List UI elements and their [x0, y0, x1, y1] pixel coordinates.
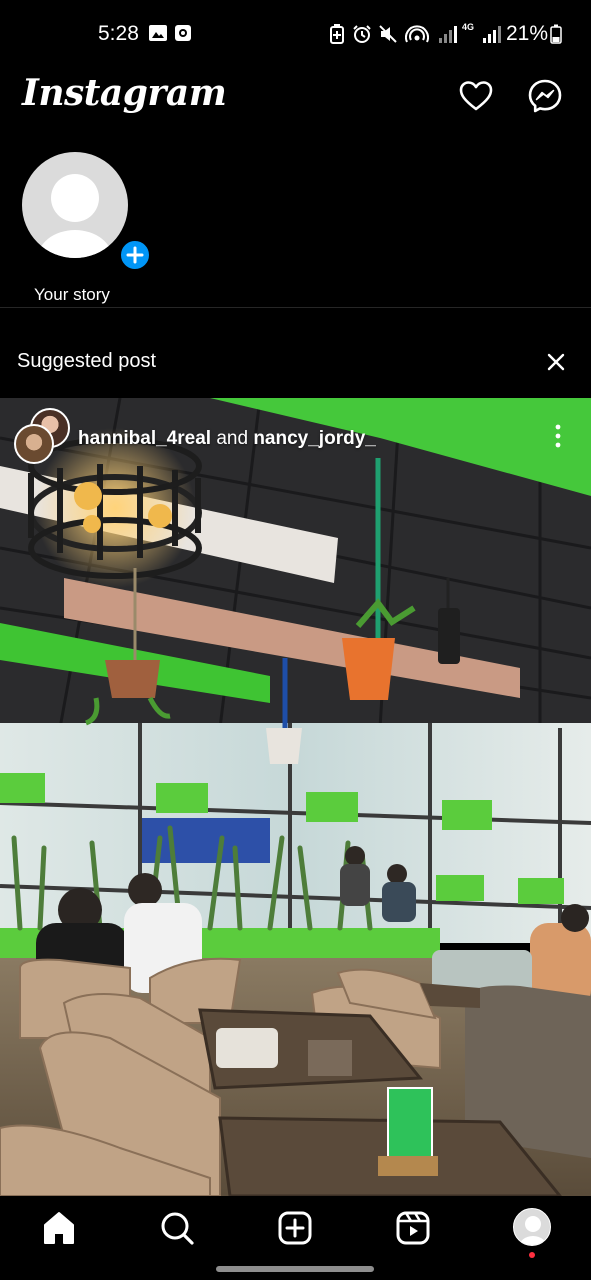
mute-icon [378, 24, 398, 49]
suggested-post-header: Suggested post [0, 338, 591, 386]
messenger-icon[interactable] [527, 78, 563, 114]
screen-record-icon [174, 24, 192, 47]
avatar[interactable] [14, 424, 54, 464]
image-icon [148, 24, 168, 47]
avatar [22, 152, 128, 258]
more-options-icon[interactable] [548, 422, 568, 450]
post-header: hannibal_4real and nancy_jordy_ [0, 398, 591, 478]
username-link[interactable]: nancy_jordy_ [253, 428, 376, 449]
status-bar: 5:28 4G 21% [0, 0, 591, 68]
battery-icon [550, 24, 562, 49]
notification-dot [529, 1252, 535, 1258]
your-story[interactable]: Your story [22, 152, 152, 304]
signal-icon [438, 24, 458, 49]
heart-icon[interactable] [458, 78, 494, 114]
instagram-logo[interactable]: Instagram [22, 72, 227, 114]
signal-icon [482, 24, 502, 49]
search-icon[interactable] [155, 1206, 199, 1250]
battery-saver-icon [330, 24, 344, 49]
app-header: Instagram [0, 68, 591, 128]
post-usernames: hannibal_4real and nancy_jordy_ [78, 428, 376, 450]
close-icon[interactable] [544, 350, 568, 374]
alarm-icon [352, 24, 372, 49]
post-image[interactable] [0, 398, 591, 1196]
profile-avatar[interactable] [513, 1208, 551, 1246]
bottom-nav [0, 1196, 591, 1280]
hotspot-icon [405, 24, 429, 49]
suggested-post-title: Suggested post [17, 350, 156, 372]
home-icon[interactable] [37, 1206, 81, 1250]
username-link[interactable]: hannibal_4real [78, 428, 211, 449]
story-label: Your story [34, 285, 110, 304]
post[interactable]: hannibal_4real and nancy_jordy_ [0, 398, 591, 1196]
add-story-plus-icon[interactable] [118, 238, 152, 272]
home-indicator[interactable] [216, 1266, 374, 1272]
create-icon[interactable] [273, 1206, 317, 1250]
story-tray: Your story [0, 140, 591, 308]
network-type: 4G [462, 22, 475, 32]
battery-percent: 21% [506, 22, 549, 45]
status-time: 5:28 [98, 22, 139, 45]
username-connector: and [216, 428, 249, 449]
reels-icon[interactable] [391, 1206, 435, 1250]
